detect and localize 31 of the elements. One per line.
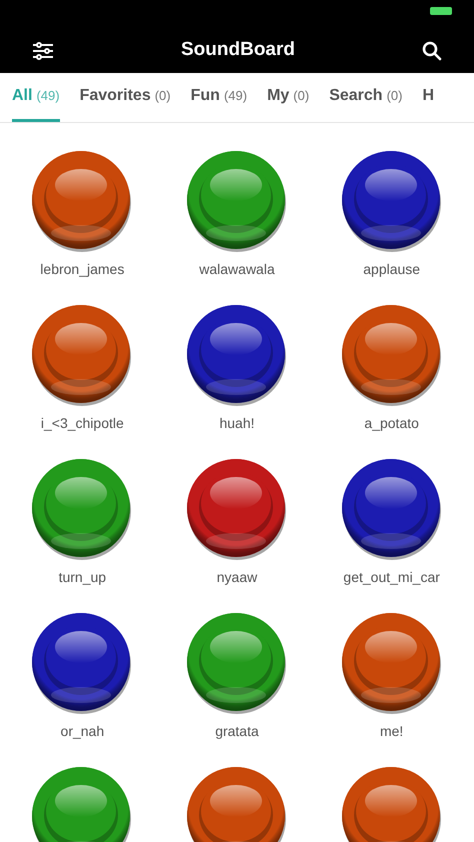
category-tab[interactable]: Fun (49): [190, 73, 248, 122]
sound-button[interactable]: [340, 611, 444, 715]
sound-label: lebron_james: [40, 260, 124, 279]
sound-label: nyaaw: [216, 568, 258, 587]
sound-button[interactable]: [184, 303, 289, 407]
sound-label: me!: [380, 722, 404, 741]
sound-button[interactable]: [340, 149, 444, 253]
sound-label: i_<3_chipotle: [40, 414, 124, 433]
sliders-icon[interactable]: [32, 42, 54, 60]
sound-button[interactable]: [184, 765, 289, 842]
sound-button[interactable]: [340, 765, 444, 842]
sound-label: gratata: [215, 722, 259, 741]
category-tab[interactable]: H: [422, 73, 434, 122]
sound-label: or_nah: [60, 722, 104, 741]
sound-label: walawawala: [199, 260, 275, 279]
sound-button[interactable]: [340, 457, 444, 561]
sound-label: applause: [363, 260, 420, 279]
sound-label: a_potato: [364, 414, 419, 433]
sound-button[interactable]: [184, 149, 289, 253]
app-title: SoundBoard: [181, 38, 295, 62]
sound-label: turn_up: [58, 568, 106, 587]
sound-button[interactable]: [184, 611, 289, 715]
battery-icon: [430, 7, 452, 15]
category-tab[interactable]: My (0): [267, 73, 310, 122]
sound-button[interactable]: [184, 457, 289, 561]
category-tab[interactable]: Favorites (0): [80, 73, 171, 122]
sound-label: get_out_mi_car: [343, 568, 440, 587]
sound-label: huah!: [219, 414, 255, 433]
category-tab[interactable]: Search (0): [329, 73, 402, 122]
search-icon[interactable]: [422, 40, 442, 60]
sound-button[interactable]: [340, 303, 444, 407]
